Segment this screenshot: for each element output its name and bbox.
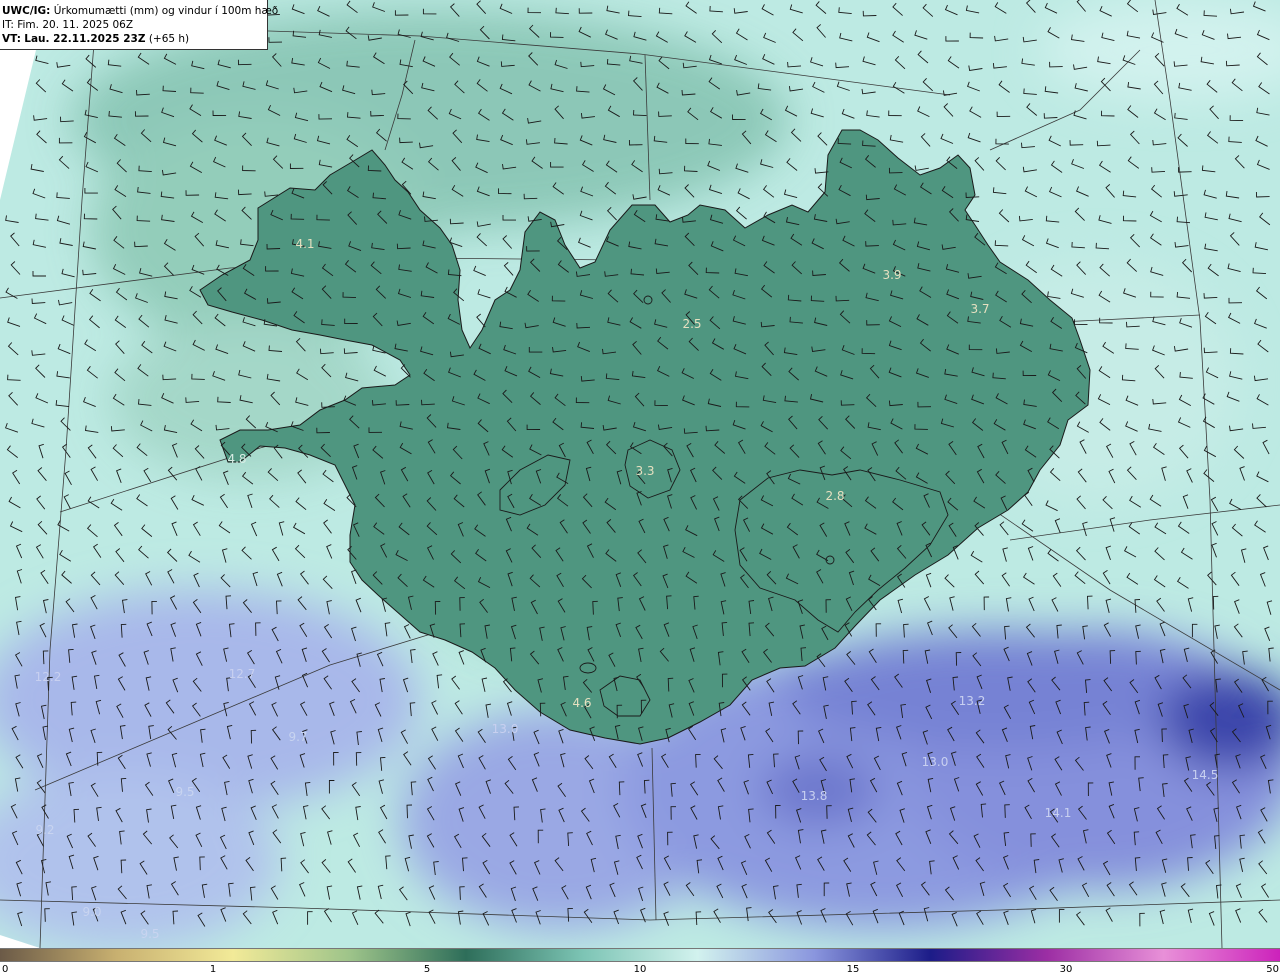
map-label: 3.7 <box>970 302 989 316</box>
map-label: 9.5 <box>140 927 159 941</box>
map-label: 9.7 <box>288 730 307 744</box>
valid-time: Lau. 22.11.2025 23Z <box>24 33 146 45</box>
map-label: 4.6 <box>572 696 591 710</box>
issue-time: IT: Fim. 20. 11. 2025 06Z <box>2 19 134 31</box>
colorbar: 0 1 5 10 15 30 50 <box>0 948 1280 978</box>
lead-time: (+65 h) <box>148 33 190 45</box>
map-label: 13.0 <box>922 755 949 769</box>
map-label: 9.5 <box>175 785 194 799</box>
map-label: 4.8 <box>227 452 246 466</box>
map-label: 3.9 <box>882 268 901 282</box>
map-label: 12.7 <box>229 667 256 681</box>
map-label: 13.0 <box>492 722 519 736</box>
colorbar-tick: 10 <box>633 964 647 975</box>
map-label: 2.5 <box>682 317 701 331</box>
map-info-box: UWC/IG: Úrkomumætti (mm) og vindur í 100… <box>0 0 278 50</box>
valid-label: VT: <box>2 33 21 45</box>
map-label: 13.8 <box>801 789 828 803</box>
map-label: 2.8 <box>825 489 844 503</box>
map-label: 14.5 <box>1192 768 1219 782</box>
map-label: 9.0 <box>82 905 101 919</box>
title-line: UWC/IG: Úrkomumætti (mm) og vindur í 100… <box>2 4 278 18</box>
colorbar-tick: 50 <box>1266 964 1279 975</box>
map-label: 12.2 <box>35 670 62 684</box>
colorbar-tick: 5 <box>423 964 431 975</box>
colorbar-strip <box>0 948 1280 962</box>
map-label: 13.2 <box>959 694 986 708</box>
map-label: 3.3 <box>635 464 654 478</box>
model-name: UWC/IG: <box>2 5 51 17</box>
map-label: 4.1 <box>295 237 314 251</box>
precipitation-wind-map: 4.1 3.9 3.7 2.5 4.8 3.3 2.8 4.6 12.2 12.… <box>0 0 1280 948</box>
map-title: Úrkomumætti (mm) og vindur í 100m hæð <box>53 5 279 17</box>
map-label: 14.1 <box>1045 806 1072 820</box>
colorbar-tick: 30 <box>1059 964 1073 975</box>
colorbar-tick: 1 <box>209 964 217 975</box>
valid-time-line: VT: Lau. 22.11.2025 23Z (+65 h) <box>2 32 264 46</box>
colorbar-tick: 0 <box>2 964 9 975</box>
colorbar-tick: 15 <box>846 964 860 975</box>
map-label: 9.2 <box>35 823 54 837</box>
